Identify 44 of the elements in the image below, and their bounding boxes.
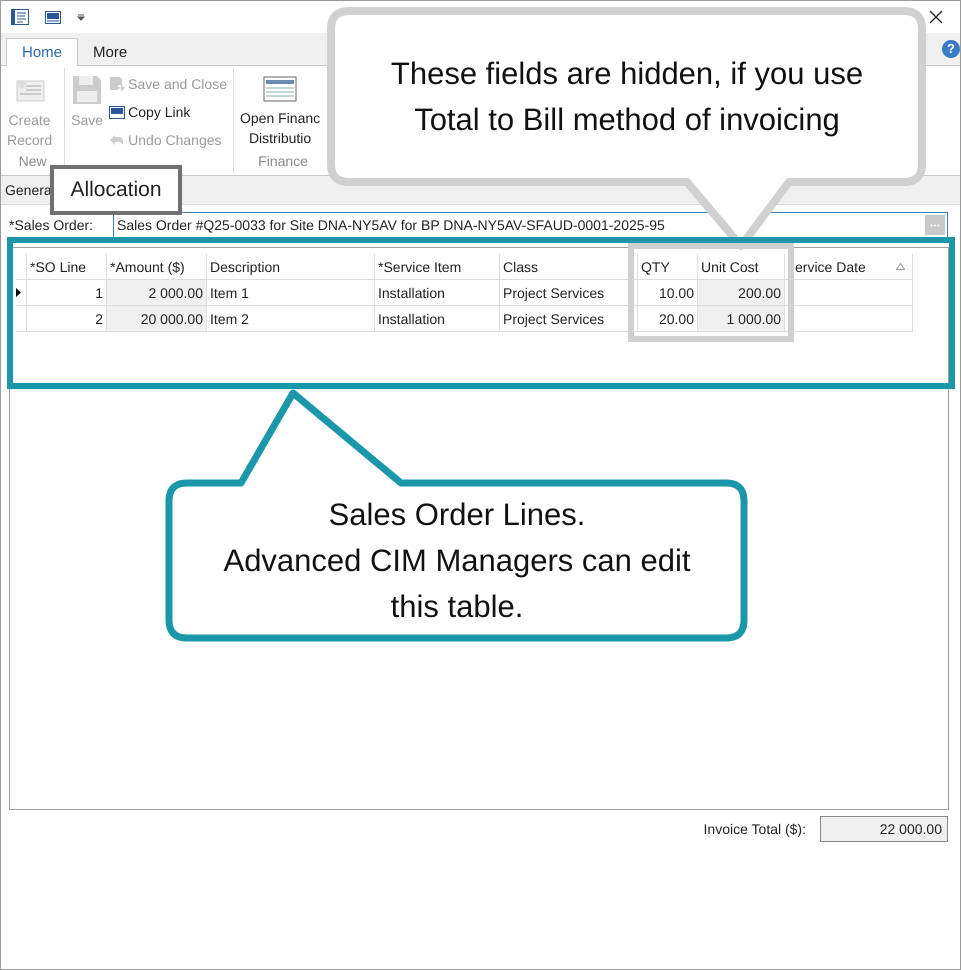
table-cell: 1 000.00 bbox=[698, 306, 785, 331]
form-tab[interactable]: Genera bbox=[5, 182, 52, 198]
callout-text: These fields are hidden, if you use Total to Bill method of invoicing bbox=[390, 55, 864, 139]
group-label: New bbox=[18, 153, 47, 169]
dropdown-icon[interactable] bbox=[77, 13, 85, 21]
save-icon bbox=[109, 76, 126, 92]
column-header[interactable]: *SO Line bbox=[27, 254, 107, 279]
field-label: *Sales Order: bbox=[9, 217, 94, 233]
ellipsis-icon bbox=[930, 224, 940, 226]
table-cell: Project Services bbox=[500, 280, 638, 305]
column-header[interactable]: QTY bbox=[638, 254, 698, 279]
table-cell: 20 000.00 bbox=[107, 306, 207, 331]
column-header[interactable]: ervice Date bbox=[785, 254, 913, 279]
table-cell: 200.00 bbox=[698, 280, 785, 305]
invoice-total-field: 22 000.00 bbox=[820, 816, 948, 842]
table-cell: Installation bbox=[375, 280, 500, 305]
ribbon-tab[interactable]: Home bbox=[6, 38, 78, 66]
close-icon[interactable] bbox=[929, 10, 943, 24]
field-icon[interactable] bbox=[45, 9, 61, 25]
table-cell: Item 1 bbox=[207, 280, 375, 305]
group-label: Finance bbox=[258, 153, 308, 169]
help-button[interactable]: ? bbox=[942, 40, 960, 58]
callout-text: Sales Order Lines. Advanced CIM Managers can edit this table. bbox=[224, 496, 690, 626]
column-header[interactable]: *Amount ($) bbox=[107, 254, 207, 279]
table-cell: Item 2 bbox=[207, 306, 375, 331]
field-icon bbox=[109, 104, 126, 120]
column-header[interactable]: Description bbox=[207, 254, 375, 279]
current-row-icon bbox=[16, 288, 21, 297]
ribbon-button[interactable]: Copy Link bbox=[109, 100, 227, 124]
ribbon-button[interactable]: Open Financ Distributio bbox=[240, 72, 320, 153]
column-header[interactable]: Unit Cost bbox=[698, 254, 785, 279]
form-icon[interactable] bbox=[11, 9, 29, 25]
column-header[interactable]: *Service Item bbox=[375, 254, 500, 279]
table-cell: 2 000.00 bbox=[107, 280, 207, 305]
save-icon bbox=[71, 74, 104, 106]
table-cell: Project Services bbox=[500, 306, 638, 331]
table-cell: Installation bbox=[375, 306, 500, 331]
sort-icon[interactable] bbox=[896, 263, 905, 270]
callout-label: Allocation bbox=[50, 165, 182, 215]
table-icon bbox=[263, 74, 298, 104]
field-label: Invoice Total ($): bbox=[704, 821, 806, 837]
column-header[interactable]: Class bbox=[500, 254, 638, 279]
ribbon-tab[interactable]: More bbox=[78, 39, 142, 66]
row-indicator[interactable] bbox=[16, 280, 27, 305]
